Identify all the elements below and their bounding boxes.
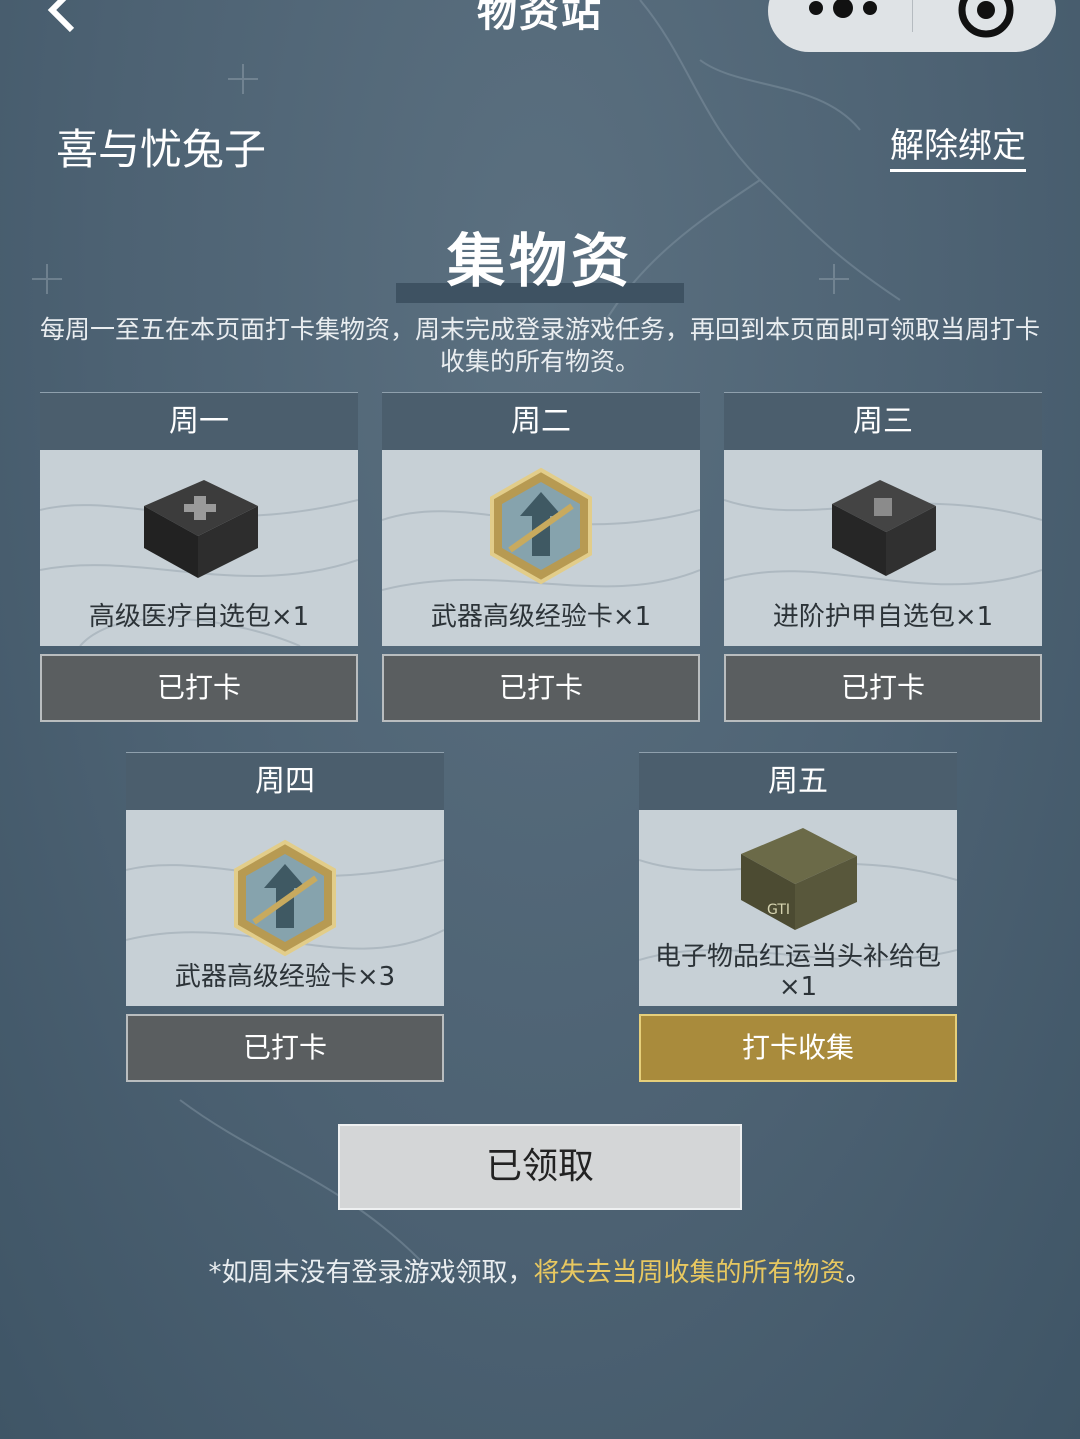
- mini-program-capsule: [768, 0, 1056, 52]
- svg-text:GTI: GTI: [767, 902, 790, 918]
- unbind-link[interactable]: 解除绑定: [890, 118, 1026, 172]
- more-dots-icon[interactable]: [798, 0, 888, 40]
- reward-name: 武器高级经验卡×3: [174, 962, 396, 992]
- reward-panel: 高级医疗自选包×1: [40, 450, 358, 646]
- claim-button[interactable]: 已领取: [338, 1124, 742, 1210]
- checked-in-button[interactable]: 已打卡: [40, 654, 358, 722]
- checked-in-button[interactable]: 已打卡: [382, 654, 700, 722]
- day-card-thursday: 周四 武器高级经验卡×3 已打卡: [126, 752, 444, 1082]
- reward-panel: 武器高级经验卡×3: [126, 810, 444, 1006]
- weapon-xp-card-icon: [490, 467, 592, 585]
- note-suffix: 。: [845, 1258, 872, 1288]
- section-description: 每周一至五在本页面打卡集物资，周末完成登录游戏任务，再回到本页面即可领取当周打卡…: [40, 315, 1041, 376]
- top-nav-bar: 物资站: [0, 0, 1080, 60]
- medical-box-icon: [144, 480, 258, 578]
- reward-name: 武器高级经验卡×1: [430, 602, 652, 632]
- target-close-icon[interactable]: [946, 0, 1026, 40]
- supply-crate-icon: GTI: [741, 828, 857, 930]
- day-card-friday: 周五 GTI 电子物品红运当头补给包×1 打卡收集: [639, 752, 957, 1082]
- reward-panel: GTI 电子物品红运当头补给包×1: [639, 810, 957, 1006]
- check-in-collect-button[interactable]: 打卡收集: [639, 1014, 957, 1082]
- day-label: 周三: [724, 392, 1042, 450]
- section-title: 集物资: [446, 227, 633, 295]
- reward-name: 高级医疗自选包×1: [88, 602, 310, 632]
- day-card-monday: 周一 高级医疗自选包×1 已打卡: [40, 392, 358, 722]
- day-card-wednesday: 周三 进阶护甲自选包×1 已打卡: [724, 392, 1042, 722]
- day-label: 周四: [126, 752, 444, 810]
- reward-panel: 武器高级经验卡×1: [382, 450, 700, 646]
- user-name: 喜与忧兔子: [56, 125, 267, 174]
- day-label: 周二: [382, 392, 700, 450]
- day-label: 周一: [40, 392, 358, 450]
- reward-name: 进阶护甲自选包×1: [772, 602, 994, 632]
- note-warning: 将失去当周收集的所有物资: [533, 1258, 846, 1288]
- footer-note: *如周末没有登录游戏领取，将失去当周收集的所有物资。: [0, 1252, 1080, 1289]
- capsule-divider: [912, 0, 913, 32]
- weapon-xp-card-icon: [234, 839, 336, 957]
- note-prefix: *如周末没有登录游戏领取，: [208, 1258, 534, 1288]
- reward-panel: 进阶护甲自选包×1: [724, 450, 1042, 646]
- reward-name: 电子物品红运当头补给包×1: [654, 942, 941, 1002]
- day-label: 周五: [639, 752, 957, 810]
- day-card-tuesday: 周二 武器高级经验卡×1 已打卡: [382, 392, 700, 722]
- armor-box-icon: [832, 480, 936, 576]
- checked-in-button[interactable]: 已打卡: [126, 1014, 444, 1082]
- checked-in-button[interactable]: 已打卡: [724, 654, 1042, 722]
